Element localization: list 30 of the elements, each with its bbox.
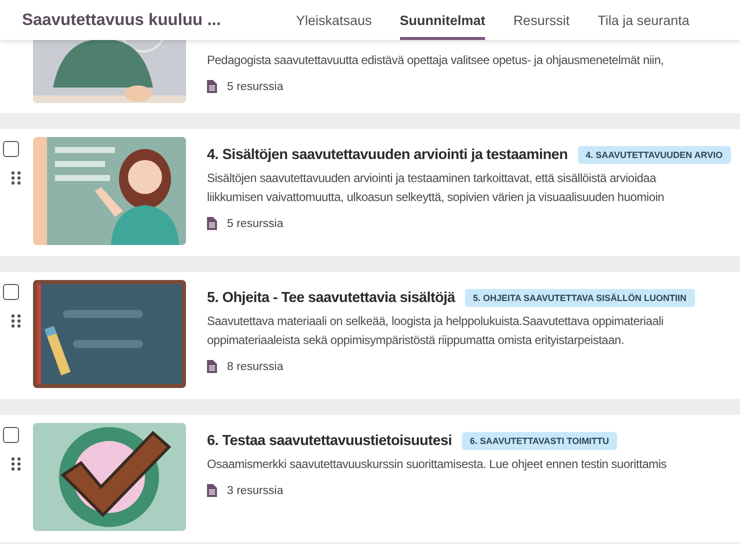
document-icon: [207, 80, 217, 93]
tab[interactable]: Resurssit: [513, 0, 570, 40]
tab[interactable]: Tila ja seuranta: [598, 0, 690, 40]
description-text: Pedagogista saavutettavuutta edistävä opettaja valitsee opetus- ja ohjausmenetelmät niin,: [207, 52, 664, 69]
checkbox[interactable]: [2, 141, 18, 157]
plan-title[interactable]: 5. Ohjeita - Tee saavutettavia sisältöjä: [207, 290, 456, 306]
checkbox[interactable]: [2, 284, 18, 300]
resource-count: 5 resurssia: [227, 80, 284, 92]
plan-title[interactable]: 6. Testaa saavutettavuustietoisuutesi: [207, 433, 452, 449]
tab[interactable]: Yleiskatsaus: [296, 0, 372, 40]
plan-title[interactable]: 4. Sisältöjen saavutettavuuden arviointi ja testaaminen: [207, 147, 568, 163]
phase-tag: 5. OHJEITA SAAVUTETTAVA SISÄLLÖN LUONTIIN: [465, 289, 695, 307]
course-title: Saavutettavuus kuuluu ...: [22, 10, 222, 30]
description-text: Saavutettava materiaali on selkeää, loogista ja helppolukuista.Saavutettava oppimateriaali: [207, 313, 664, 330]
drag-handle-icon[interactable]: [10, 171, 20, 185]
document-icon: [207, 484, 217, 497]
description-text: Sisältöjen saavutettavuuden arviointi ja testaaminen tarkoittavat, että sisällöistä arvioidaa: [207, 170, 658, 187]
document-icon: [207, 360, 217, 373]
document-icon: [207, 217, 217, 230]
resource-count: 8 resurssia: [227, 360, 284, 372]
drag-handle-icon[interactable]: [10, 457, 20, 471]
resource-count: 5 resurssia: [227, 218, 284, 230]
description-text: liikkumisen vaivattomuutta, ulkoasun selkeyttä, sopivien värien ja visuaalisuuden huomioin: [207, 189, 666, 206]
phase-tag: 6. SAAVUTETTAVASTI TOIMITTU: [462, 432, 618, 450]
description-text: oppimateriaaleista sekä oppimisympäristöstä riippumatta omista erityistarpeistaan.: [207, 332, 626, 349]
drag-handle-icon[interactable]: [10, 314, 20, 328]
resource-count: 3 resurssia: [227, 484, 284, 496]
checkbox[interactable]: [2, 427, 18, 443]
phase-tag: 4. SAAVUTETTAVUUDEN ARVIO: [578, 146, 731, 164]
description-text: Osaamismerkki saavutettavuuskurssin suorittamisesta. Lue ohjeet ennen testin suorittamis: [207, 456, 667, 473]
